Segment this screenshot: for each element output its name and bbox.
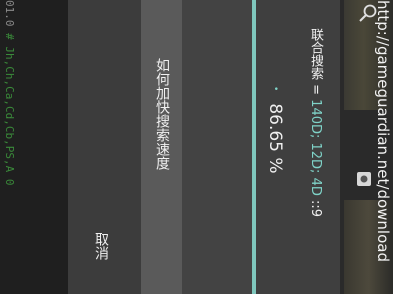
progress-text: • 86.65 % (262, 86, 288, 206)
search-query-suffix: ::9 (308, 195, 323, 218)
cancel-button[interactable]: 取消 (84, 232, 118, 282)
script-text-prefix: 01.0 (3, 0, 16, 27)
progress-value: 86.65 % (265, 103, 285, 174)
camera-icon (357, 172, 371, 186)
dialog-content (182, 0, 252, 294)
background-script-text: 01.0 # Jh,Ch,Ca,Cd,Cb,PS,A 0 (2, 0, 16, 294)
progress-bullet: • (270, 86, 280, 92)
url-text[interactable]: http://gameguardian.net/download (372, 0, 393, 294)
search-query: 联合搜索 = 140D; 12D; 4D ::9 (304, 28, 326, 228)
search-query-prefix: 联合搜索 = (308, 28, 323, 100)
screen: 01.0 # Jh,Ch,Ca,Cd,Cb,PS,A 0 http://game… (0, 0, 393, 294)
search-query-values: 140D; 12D; 4D (308, 99, 323, 196)
script-text-separator: # (3, 26, 16, 47)
script-text-body: Jh,Ch,Ca,Cd,Cb,PS,A 0 (3, 46, 16, 186)
speed-up-search-label[interactable]: 如何加快搜索速度 (148, 58, 176, 238)
